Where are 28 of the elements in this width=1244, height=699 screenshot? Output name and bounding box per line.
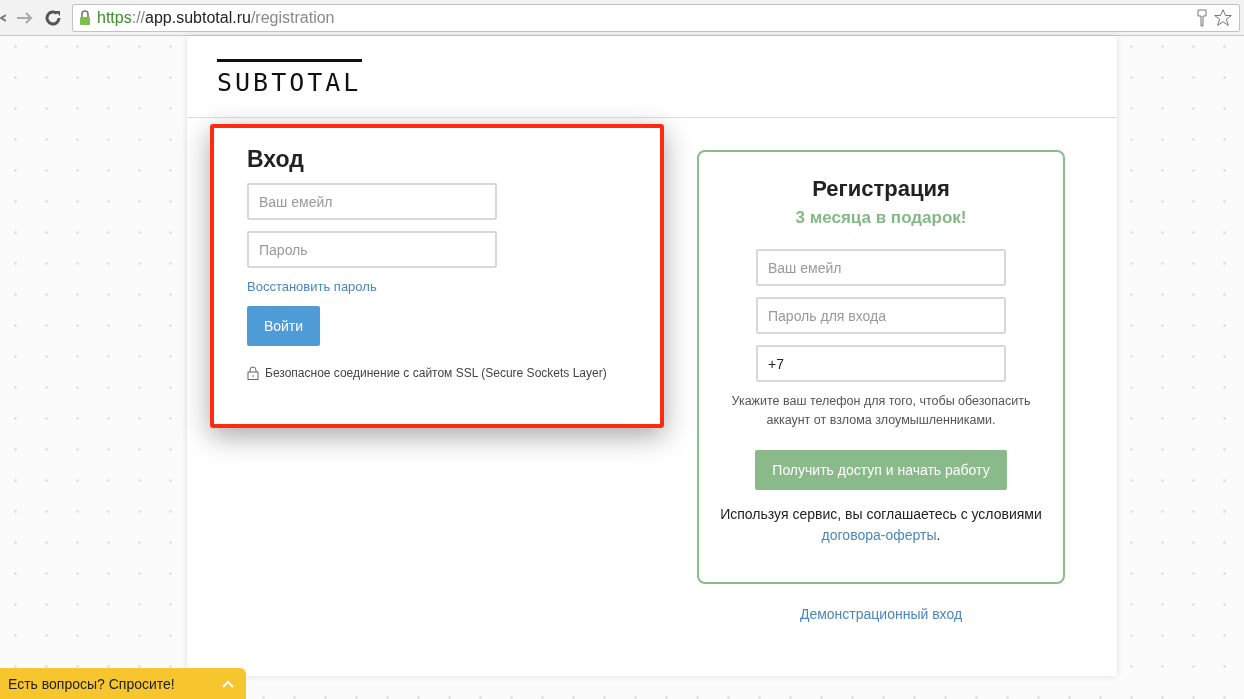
contract-link[interactable]: договора-оферты (821, 527, 937, 543)
input-field[interactable]: Пароль для входа (756, 297, 1006, 334)
phone-hint: Укажите ваш телефон для того, чтобы обезопасить аккаунт от взлома злоумышленниками. (730, 393, 1032, 429)
back-icon[interactable] (0, 11, 6, 24)
reload-icon[interactable] (44, 8, 62, 27)
chat-widget[interactable]: Есть вопросы? Спросите! (0, 668, 246, 699)
input-field[interactable]: Пароль (247, 231, 497, 268)
input-field[interactable]: +7 (756, 345, 1006, 382)
demo-login-link[interactable]: Демонстрационный вход (799, 606, 963, 622)
padlock-icon (247, 366, 259, 380)
terms-text: Используя сервис, вы соглашаетесь с условиями договора-оферты. (719, 505, 1043, 545)
forward-icon[interactable] (16, 10, 34, 25)
chat-label: Есть вопросы? Спросите! (8, 675, 175, 692)
star-icon[interactable] (1213, 7, 1233, 28)
url-text: https://app.subtotal.ru/registration (97, 8, 335, 27)
key-icon[interactable] (1197, 8, 1207, 27)
input-field[interactable]: Ваш емейл (247, 183, 497, 220)
login-title: Вход (247, 146, 304, 173)
input-field[interactable]: Ваш емейл (756, 249, 1006, 286)
padlock-icon (79, 10, 91, 25)
recover-password-link[interactable]: Восстановить пароль (247, 279, 377, 294)
logo: SUBTOTAL (217, 59, 362, 97)
signup-button[interactable]: Получить доступ и начать работу (755, 450, 1007, 490)
ssl-note: Безопасное соединение с сайтом SSL (Secure Sockets Layer) (265, 366, 607, 380)
promo-text: 3 месяца в подарок! (795, 208, 967, 228)
registration-title: Регистрация (812, 176, 950, 202)
address-bar[interactable]: https://app.subtotal.ru/registration (72, 3, 1240, 32)
login-button[interactable]: Войти (247, 306, 320, 346)
